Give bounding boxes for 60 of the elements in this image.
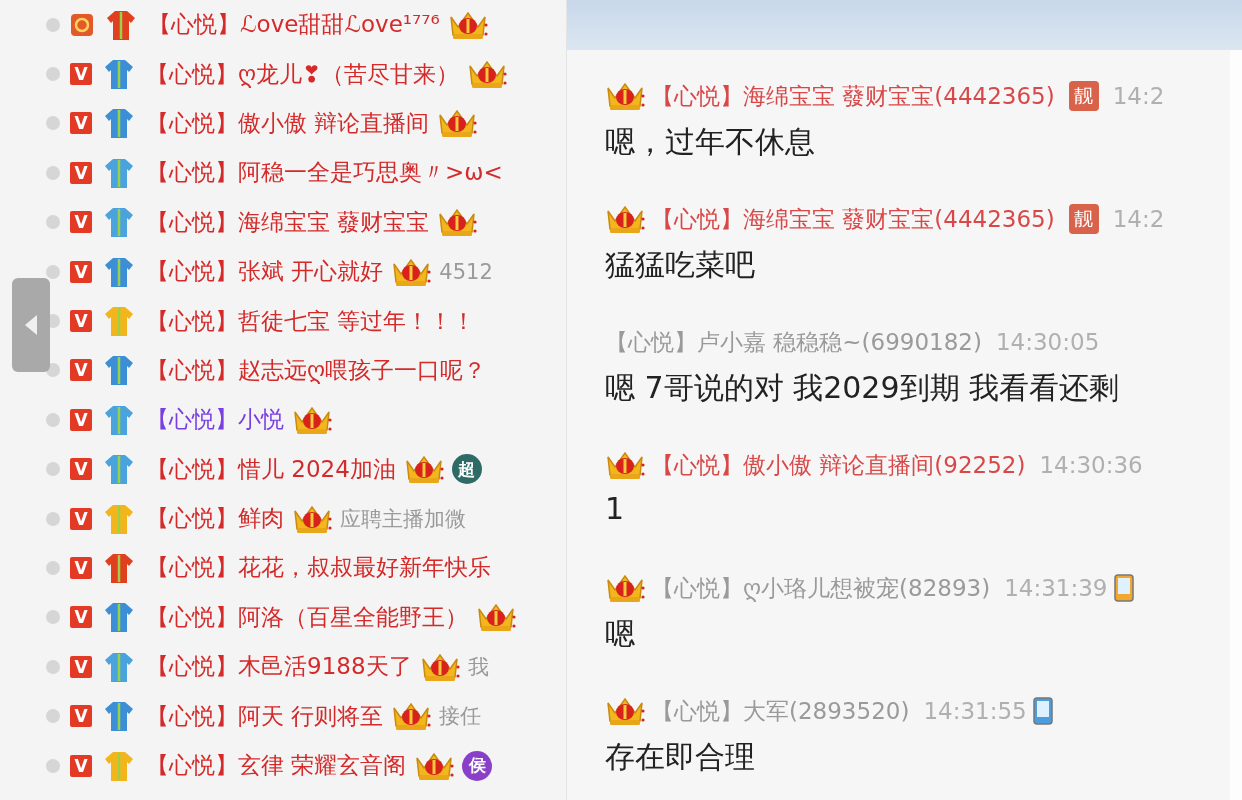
user-name[interactable]: 【心悦】惜儿 2024加油: [146, 453, 396, 485]
user-name[interactable]: 【心悦】木邑活9188天了: [146, 651, 412, 683]
vip-badge: V: [70, 161, 92, 184]
timestamp: 14:31:55: [923, 698, 1027, 724]
rank-badge: 超: [451, 454, 482, 485]
user-name[interactable]: 【心悦】傲小傲 辩论直播间: [146, 107, 430, 139]
user-name[interactable]: 【心悦】哲徒七宝 等过年！！！: [146, 305, 476, 337]
pretty-number-badge: 靓: [1068, 204, 1099, 234]
user-message: 应聘主播加微: [340, 505, 466, 533]
timestamp: 14:2: [1112, 83, 1165, 109]
chat-message: 猛猛吃菜吧: [605, 246, 756, 284]
user-name[interactable]: 【心悦】玄律 荣耀玄音阁: [146, 750, 407, 782]
sender-name[interactable]: 【心悦】大军(2893520): [651, 695, 910, 727]
timestamp: 14:30:36: [1039, 452, 1143, 478]
user-name[interactable]: 【心悦】ℒove甜甜ℒove¹⁷⁷⁶: [148, 9, 440, 41]
vip-badge: V: [70, 408, 92, 431]
sender-name[interactable]: 【心悦】傲小傲 辩论直播间(92252): [651, 449, 1026, 481]
left-arrow-icon: [24, 314, 38, 336]
vip-badge: V: [70, 211, 92, 234]
vip-badge: V: [70, 705, 92, 728]
sender-name[interactable]: 【心悦】卢小嘉 稳稳稳~(6990182): [605, 326, 982, 358]
user-name[interactable]: 【心悦】花花，叔叔最好新年快乐: [146, 552, 491, 584]
vip-badge: V: [70, 655, 92, 678]
vip-badge: V: [70, 557, 92, 579]
timestamp: 14:31:39: [1004, 575, 1108, 601]
sender-name[interactable]: 【心悦】海绵宝宝 蕟财宝宝(4442365): [651, 80, 1055, 112]
sender-name[interactable]: 【心悦】ღ小珞儿想被宠(82893): [651, 572, 991, 604]
medal-icon: [70, 12, 94, 37]
chat-message: 1: [605, 491, 626, 526]
sender-name[interactable]: 【心悦】海绵宝宝 蕟财宝宝(4442365): [651, 203, 1055, 235]
vip-badge: V: [70, 260, 92, 283]
rank-badge: 侯: [462, 750, 493, 781]
user-name[interactable]: 【心悦】海绵宝宝 蕟财宝宝: [146, 206, 430, 238]
collapse-handle[interactable]: [12, 278, 50, 372]
user-name[interactable]: 【心悦】阿稳一全是巧思奥〃>ω<: [146, 157, 503, 189]
chat-message: 存在即合理: [605, 738, 756, 776]
vip-badge: V: [70, 63, 92, 86]
user-name[interactable]: 【心悦】鲜肉: [146, 503, 284, 535]
user-name[interactable]: 【心悦】小悦: [146, 404, 284, 436]
vip-badge: V: [70, 359, 92, 382]
vip-badge: V: [70, 458, 92, 481]
user-message: 我: [467, 653, 489, 681]
vip-badge: V: [70, 112, 92, 135]
timestamp: 14:30:05: [995, 329, 1100, 355]
user-name[interactable]: 【心悦】赵志远ღ喂孩子一口呢？: [146, 354, 487, 386]
chat-message: 嗯 7哥说的对 我2029到期 我看看还剩: [605, 369, 1121, 407]
user-name[interactable]: 【心悦】ღ龙儿❣（苦尽甘来）: [146, 58, 460, 90]
timestamp: 14:2: [1112, 206, 1165, 232]
vip-badge: V: [70, 310, 92, 333]
pretty-number-badge: 靓: [1068, 81, 1099, 111]
user-name[interactable]: 【心悦】阿洛（百星全能野王）: [146, 601, 468, 633]
vip-badge: V: [70, 606, 92, 629]
user-message: 4512: [439, 259, 493, 284]
chat-message: 嗯: [605, 615, 636, 653]
vip-badge: V: [70, 507, 92, 530]
vip-badge: V: [70, 754, 92, 777]
user-name[interactable]: 【心悦】张斌 开心就好: [146, 256, 384, 288]
user-message: 接任: [439, 703, 482, 731]
user-name[interactable]: 【心悦】阿天 行则将至: [146, 700, 384, 732]
chat-message: 嗯，过年不休息: [605, 123, 816, 161]
